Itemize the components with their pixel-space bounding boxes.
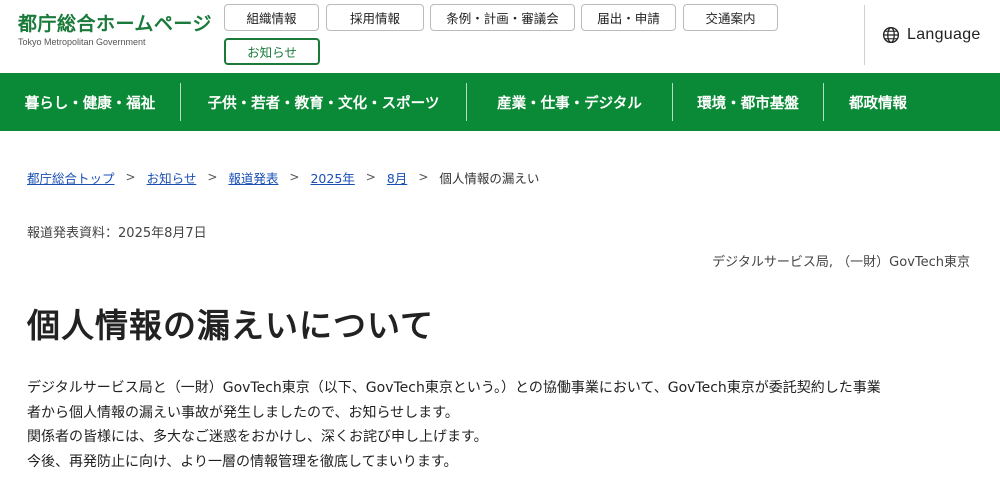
logo-title: 都庁総合ホームページ [18,13,213,35]
globe-icon [882,26,900,44]
page-title: 個人情報の漏えいについて [27,306,435,345]
site-header: 都庁総合ホームページ Tokyo Metropolitan Government… [0,0,1000,73]
body-line: デジタルサービス局と（一財）GovTech東京（以下、GovTech東京という。… [27,380,881,396]
topnav-access-button[interactable]: 交通案内 [683,4,778,31]
language-label: Language [907,26,981,43]
press-label: 報道発表資料 [27,226,106,241]
nav-children-education-culture[interactable]: 子供・若者・教育・文化・スポーツ [181,73,466,131]
header-divider [864,5,865,65]
logo-subtitle: Tokyo Metropolitan Government [18,37,146,47]
breadcrumb-link-notices[interactable]: お知らせ [147,168,197,187]
breadcrumb: 都庁総合トップ > お知らせ > 報道発表 > 2025年 > 8月 > 個人情… [27,167,539,187]
nav-environment-infrastructure[interactable]: 環境・都市基盤 [673,73,823,131]
breadcrumb-link-month[interactable]: 8月 [387,168,407,187]
chevron-right-icon: > [289,170,300,184]
body-line: 者から個人情報の漏えい事故が発生しましたので、お知らせします。 [27,404,459,421]
breadcrumb-link-press[interactable]: 報道発表 [228,168,278,187]
site-logo[interactable]: 都庁総合ホームページ Tokyo Metropolitan Government [18,13,212,48]
nav-industry-work-digital[interactable]: 産業・仕事・デジタル [467,73,672,131]
topnav-recruitment-button[interactable]: 採用情報 [326,4,424,31]
chevron-right-icon: > [125,170,136,184]
breadcrumb-current: 個人情報の漏えい [439,170,540,186]
main-nav: 暮らし・健康・福祉 子供・若者・教育・文化・スポーツ 産業・仕事・デジタル 環境… [0,73,1000,131]
body-line: 今後、再発防止に向け、より一層の情報管理を徹底してまいります。 [27,453,458,470]
breadcrumb-link-top[interactable]: 都庁総合トップ [27,168,115,187]
body-line: 関係者の皆様には、多大なご迷惑をおかけし、深くお詫び申し上げます。 [27,429,488,445]
topnav-organization-button[interactable]: 組織情報 [224,4,319,31]
press-date: 2025年8月7日 [118,226,207,241]
chevron-right-icon: > [365,170,376,184]
topnav-notices-button[interactable]: お知らせ [224,38,320,65]
issuing-department: デジタルサービス局, （一財）GovTech東京 [712,255,970,270]
press-release-date: 報道発表資料：2025年8月7日 [27,226,207,241]
chevron-right-icon: > [418,170,429,184]
nav-living-health-welfare[interactable]: 暮らし・健康・福祉 [0,73,180,131]
breadcrumb-link-year[interactable]: 2025年 [310,168,354,187]
language-button[interactable]: Language [882,24,981,46]
chevron-right-icon: > [207,170,218,184]
article-body: デジタルサービス局と（一財）GovTech東京（以下、GovTech東京という。… [27,376,972,474]
topnav-ordinances-button[interactable]: 条例・計画・審議会 [430,4,575,31]
topnav-applications-button[interactable]: 届出・申請 [581,4,676,31]
nav-government-info[interactable]: 都政情報 [824,73,932,131]
